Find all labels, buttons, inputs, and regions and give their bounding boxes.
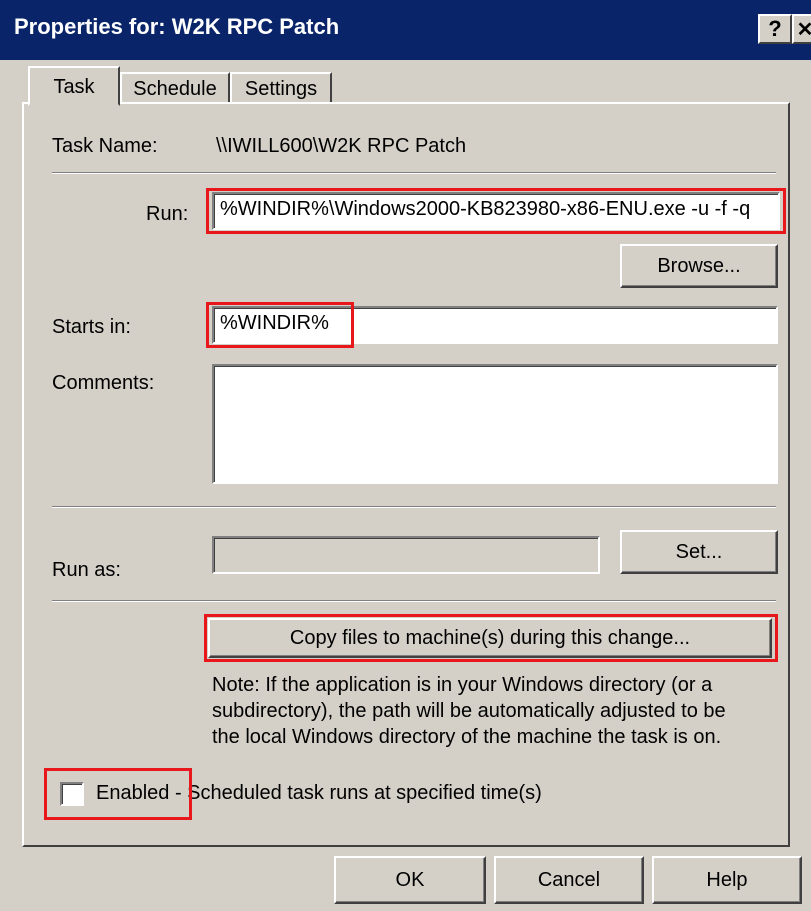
title-bar[interactable]: Properties for: W2K RPC Patch ? ✕: [0, 0, 811, 60]
ok-button[interactable]: OK: [334, 856, 486, 904]
run-as-input[interactable]: [212, 536, 600, 574]
close-icon: ✕: [796, 19, 811, 41]
starts-in-highlight: [206, 302, 354, 348]
task-name-value: \\IWILL600\W2K RPC Patch: [216, 135, 467, 157]
separator: [52, 506, 776, 508]
tab-schedule[interactable]: Schedule: [120, 72, 230, 104]
tab-task[interactable]: Task: [28, 66, 120, 106]
separator: [52, 172, 776, 174]
note-line: the local Windows directory of the machi…: [212, 726, 722, 748]
cancel-button[interactable]: Cancel: [494, 856, 644, 904]
enabled-highlight: [44, 768, 192, 820]
run-highlight: [206, 188, 786, 234]
comments-label: Comments:: [52, 372, 155, 394]
copy-files-highlight: [204, 614, 778, 662]
browse-button[interactable]: Browse...: [620, 244, 778, 288]
run-label: Run:: [146, 203, 189, 225]
help-button[interactable]: ?: [758, 14, 792, 44]
task-name-label: Task Name:: [52, 135, 158, 157]
run-as-label: Run as:: [52, 559, 121, 581]
starts-in-label: Starts in:: [52, 316, 131, 338]
note-line: subdirectory), the path will be automati…: [212, 700, 726, 722]
comments-textarea[interactable]: [212, 364, 778, 484]
set-button[interactable]: Set...: [620, 530, 778, 574]
separator: [52, 600, 776, 602]
window-title: Properties for: W2K RPC Patch: [14, 14, 340, 39]
note-text: Note: If the application is in your Wind…: [212, 672, 726, 750]
close-button[interactable]: ✕: [792, 14, 811, 44]
help-footer-button[interactable]: Help: [652, 856, 802, 904]
tab-settings[interactable]: Settings: [230, 72, 332, 104]
note-line: Note: If the application is in your Wind…: [212, 674, 713, 696]
